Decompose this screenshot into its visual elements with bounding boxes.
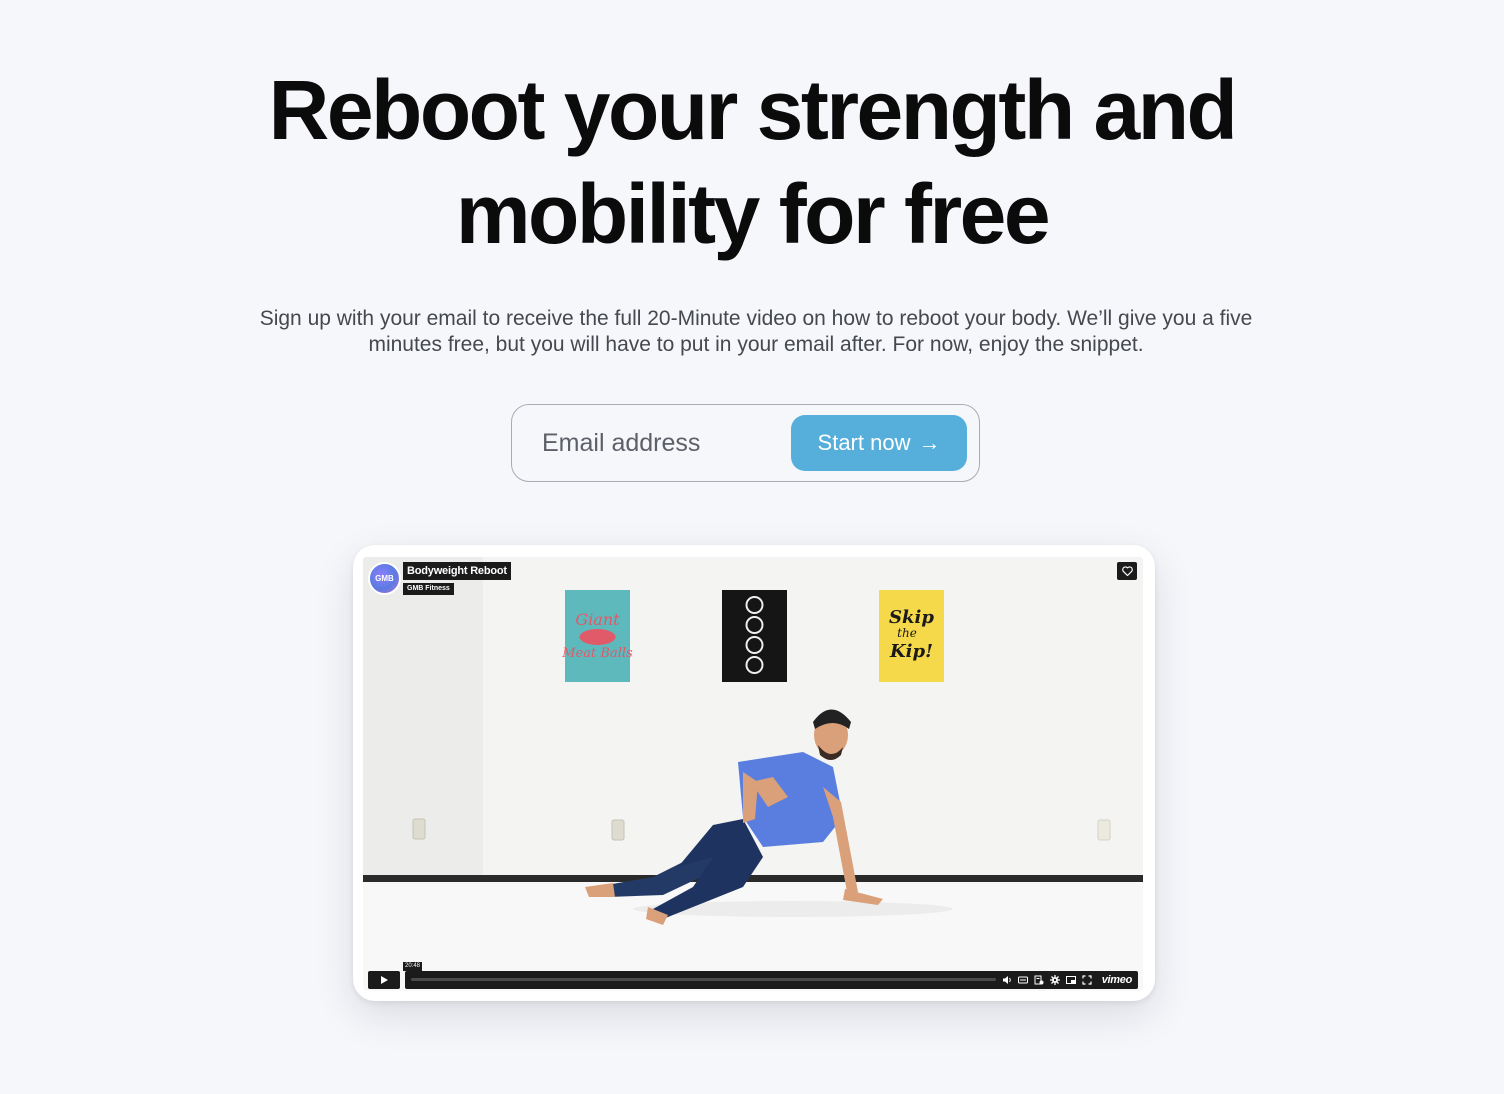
hero-title-line-2: mobility for free (455, 167, 1051, 261)
arrow-right-icon: → (918, 430, 941, 455)
landing-page: Reboot your strength and mobility for fr… (0, 0, 1504, 1094)
video-frame: Giant Meat Balls Skip the Kip! (363, 557, 1143, 991)
hero-title-line-1: Reboot your strength and (268, 63, 1238, 157)
start-now-label: Start now (817, 430, 911, 455)
video-player[interactable]: Giant Meat Balls Skip the Kip! GMB Bodyw… (363, 557, 1143, 991)
poster-animals (722, 590, 787, 682)
email-input[interactable] (542, 423, 782, 463)
channel-avatar[interactable]: GMB (368, 562, 401, 595)
svg-text:Skip: Skip (889, 607, 934, 628)
vimeo-logo[interactable]: vimeo (1102, 974, 1133, 986)
svg-text:Giant: Giant (575, 610, 620, 629)
pip-icon[interactable] (1065, 975, 1076, 985)
player-controls: vimeo 20:48 (368, 962, 1138, 989)
progress-track[interactable] (411, 978, 996, 981)
svg-text:Meat Balls: Meat Balls (561, 646, 633, 661)
duration-label: 20:48 (403, 962, 423, 971)
volume-icon[interactable] (1002, 975, 1012, 985)
play-button[interactable] (368, 971, 400, 989)
progress-bar-container: vimeo (405, 971, 1138, 989)
control-icons: vimeo (1002, 971, 1132, 989)
start-now-button[interactable]: Start now → (791, 415, 967, 471)
settings-icon[interactable] (1049, 975, 1060, 985)
video-channel[interactable]: GMB Fitness (403, 583, 454, 595)
email-signup-form: Start now → (511, 404, 980, 482)
video-card: Giant Meat Balls Skip the Kip! GMB Bodyw… (353, 545, 1155, 1001)
svg-text:Kip!: Kip! (889, 641, 933, 662)
like-button[interactable] (1117, 562, 1137, 580)
fullscreen-icon[interactable] (1082, 975, 1092, 985)
svg-text:the: the (897, 626, 917, 640)
captions-icon[interactable] (1017, 975, 1028, 985)
chapters-icon[interactable] (1034, 975, 1044, 985)
hero-title: Reboot your strength and mobility for fr… (0, 58, 1504, 266)
poster-giant-meat-balls: Giant Meat Balls (561, 590, 633, 682)
hero-description: Sign up with your email to receive the f… (259, 307, 1253, 356)
video-title[interactable]: Bodyweight Reboot (403, 562, 511, 580)
play-icon (381, 976, 388, 984)
heart-icon (1121, 566, 1133, 576)
poster-skip-the-kip: Skip the Kip! (879, 590, 944, 682)
